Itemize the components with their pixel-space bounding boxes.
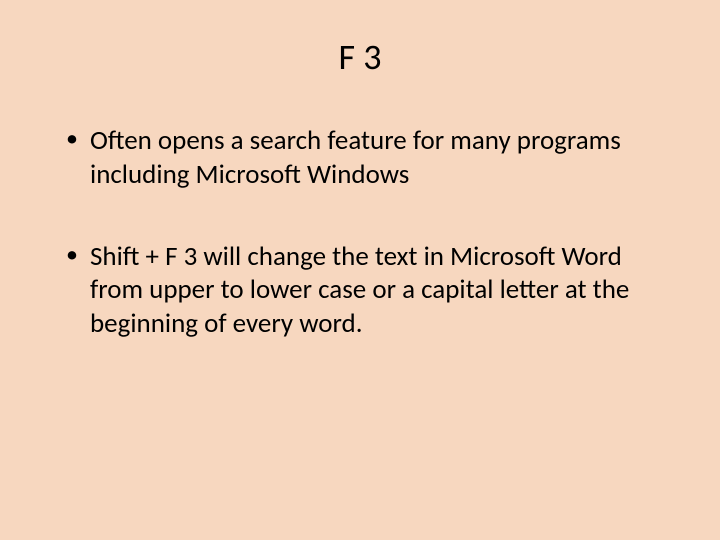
list-item: Shift + F 3 will change the text in Micr… xyxy=(60,240,660,341)
slide-title: F 3 xyxy=(60,35,660,79)
bullet-list: Often opens a search feature for many pr… xyxy=(60,124,660,341)
list-item: Often opens a search feature for many pr… xyxy=(60,124,660,192)
